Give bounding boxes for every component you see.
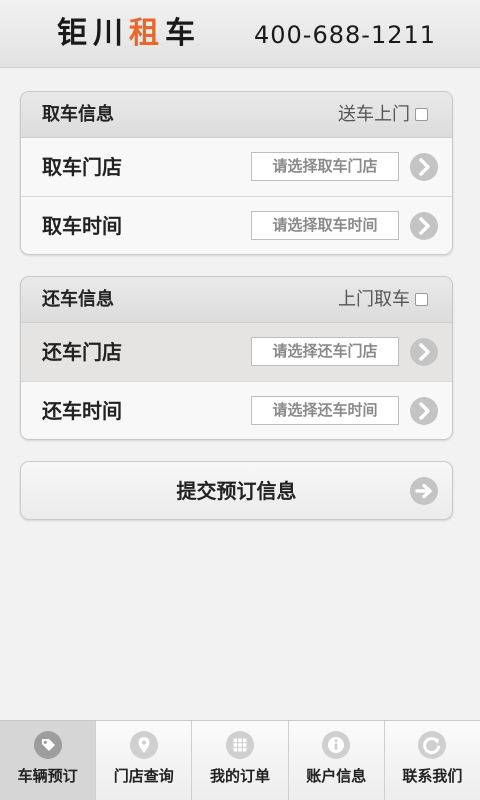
tab-label: 门店查询: [113, 767, 174, 785]
return-time-label: 还车时间: [42, 399, 122, 423]
return-store-row[interactable]: 还车门店 请选择还车门店: [21, 323, 452, 381]
submit-booking-button[interactable]: 提交预订信息: [20, 461, 453, 520]
info-icon: [322, 731, 351, 759]
tab-contact-us[interactable]: 联系我们: [385, 721, 480, 800]
pickup-store-row[interactable]: 取车门店 请选择取车门店: [21, 138, 452, 196]
delivery-option-label: 送车上门: [338, 104, 410, 125]
pickup-time-row[interactable]: 取车时间 请选择取车时间: [21, 196, 452, 254]
pickup-time-label: 取车时间: [42, 214, 122, 238]
return-info-card: 还车信息 上门取车 还车门店 请选择还车门店 还车时间 请选择还车时间: [20, 276, 453, 440]
brand-prefix: 钜川: [57, 16, 129, 51]
chevron-right-icon[interactable]: [410, 153, 438, 181]
refresh-icon: [418, 731, 447, 759]
submit-booking-label: 提交预订信息: [176, 479, 297, 503]
tab-vehicle-booking[interactable]: 车辆预订: [0, 721, 97, 800]
pickup-service-checkbox[interactable]: [415, 293, 428, 306]
tab-label: 账户信息: [306, 767, 367, 785]
return-time-row[interactable]: 还车时间 请选择还车时间: [21, 381, 452, 439]
bottom-tab-bar: 车辆预订 门店查询 我的订单 账户信息 联系我们: [0, 720, 480, 800]
pickup-card-title: 取车信息: [42, 104, 114, 125]
delivery-checkbox[interactable]: [415, 108, 428, 121]
pickup-card-header: 取车信息 送车上门: [21, 92, 452, 138]
brand-suffix: 车: [165, 16, 201, 51]
chevron-right-icon[interactable]: [410, 212, 438, 240]
chevron-right-icon[interactable]: [410, 397, 438, 425]
return-time-select[interactable]: 请选择还车时间: [251, 396, 399, 425]
pickup-store-label: 取车门店: [42, 155, 122, 179]
return-card-header: 还车信息 上门取车: [21, 277, 452, 323]
arrow-right-icon: [410, 477, 438, 505]
return-store-label: 还车门店: [42, 340, 122, 364]
grid-icon: [226, 731, 254, 759]
tab-my-orders[interactable]: 我的订单: [192, 721, 289, 800]
tab-label: 联系我们: [402, 767, 463, 785]
map-pin-icon: [129, 731, 158, 759]
tab-label: 车辆预订: [17, 767, 78, 785]
return-card-title: 还车信息: [42, 289, 114, 310]
brand-highlight: 租: [129, 16, 165, 51]
return-store-select[interactable]: 请选择还车门店: [251, 337, 399, 366]
app-header: 钜川租车 400-688-1211: [0, 0, 480, 68]
tag-icon: [33, 731, 62, 759]
pickup-service-option-label: 上门取车: [338, 289, 410, 310]
pickup-store-select[interactable]: 请选择取车门店: [251, 152, 399, 181]
pickup-time-select[interactable]: 请选择取车时间: [251, 211, 399, 240]
pickup-info-card: 取车信息 送车上门 取车门店 请选择取车门店 取车时间 请选择取车时间: [20, 91, 453, 255]
brand-logo: 钜川租车: [57, 16, 201, 52]
tab-store-lookup[interactable]: 门店查询: [96, 721, 193, 800]
hotline-number[interactable]: 400-688-1211: [254, 20, 436, 50]
chevron-right-icon[interactable]: [410, 338, 438, 366]
tab-label: 我的订单: [210, 767, 271, 785]
tab-account-info[interactable]: 账户信息: [289, 721, 385, 800]
